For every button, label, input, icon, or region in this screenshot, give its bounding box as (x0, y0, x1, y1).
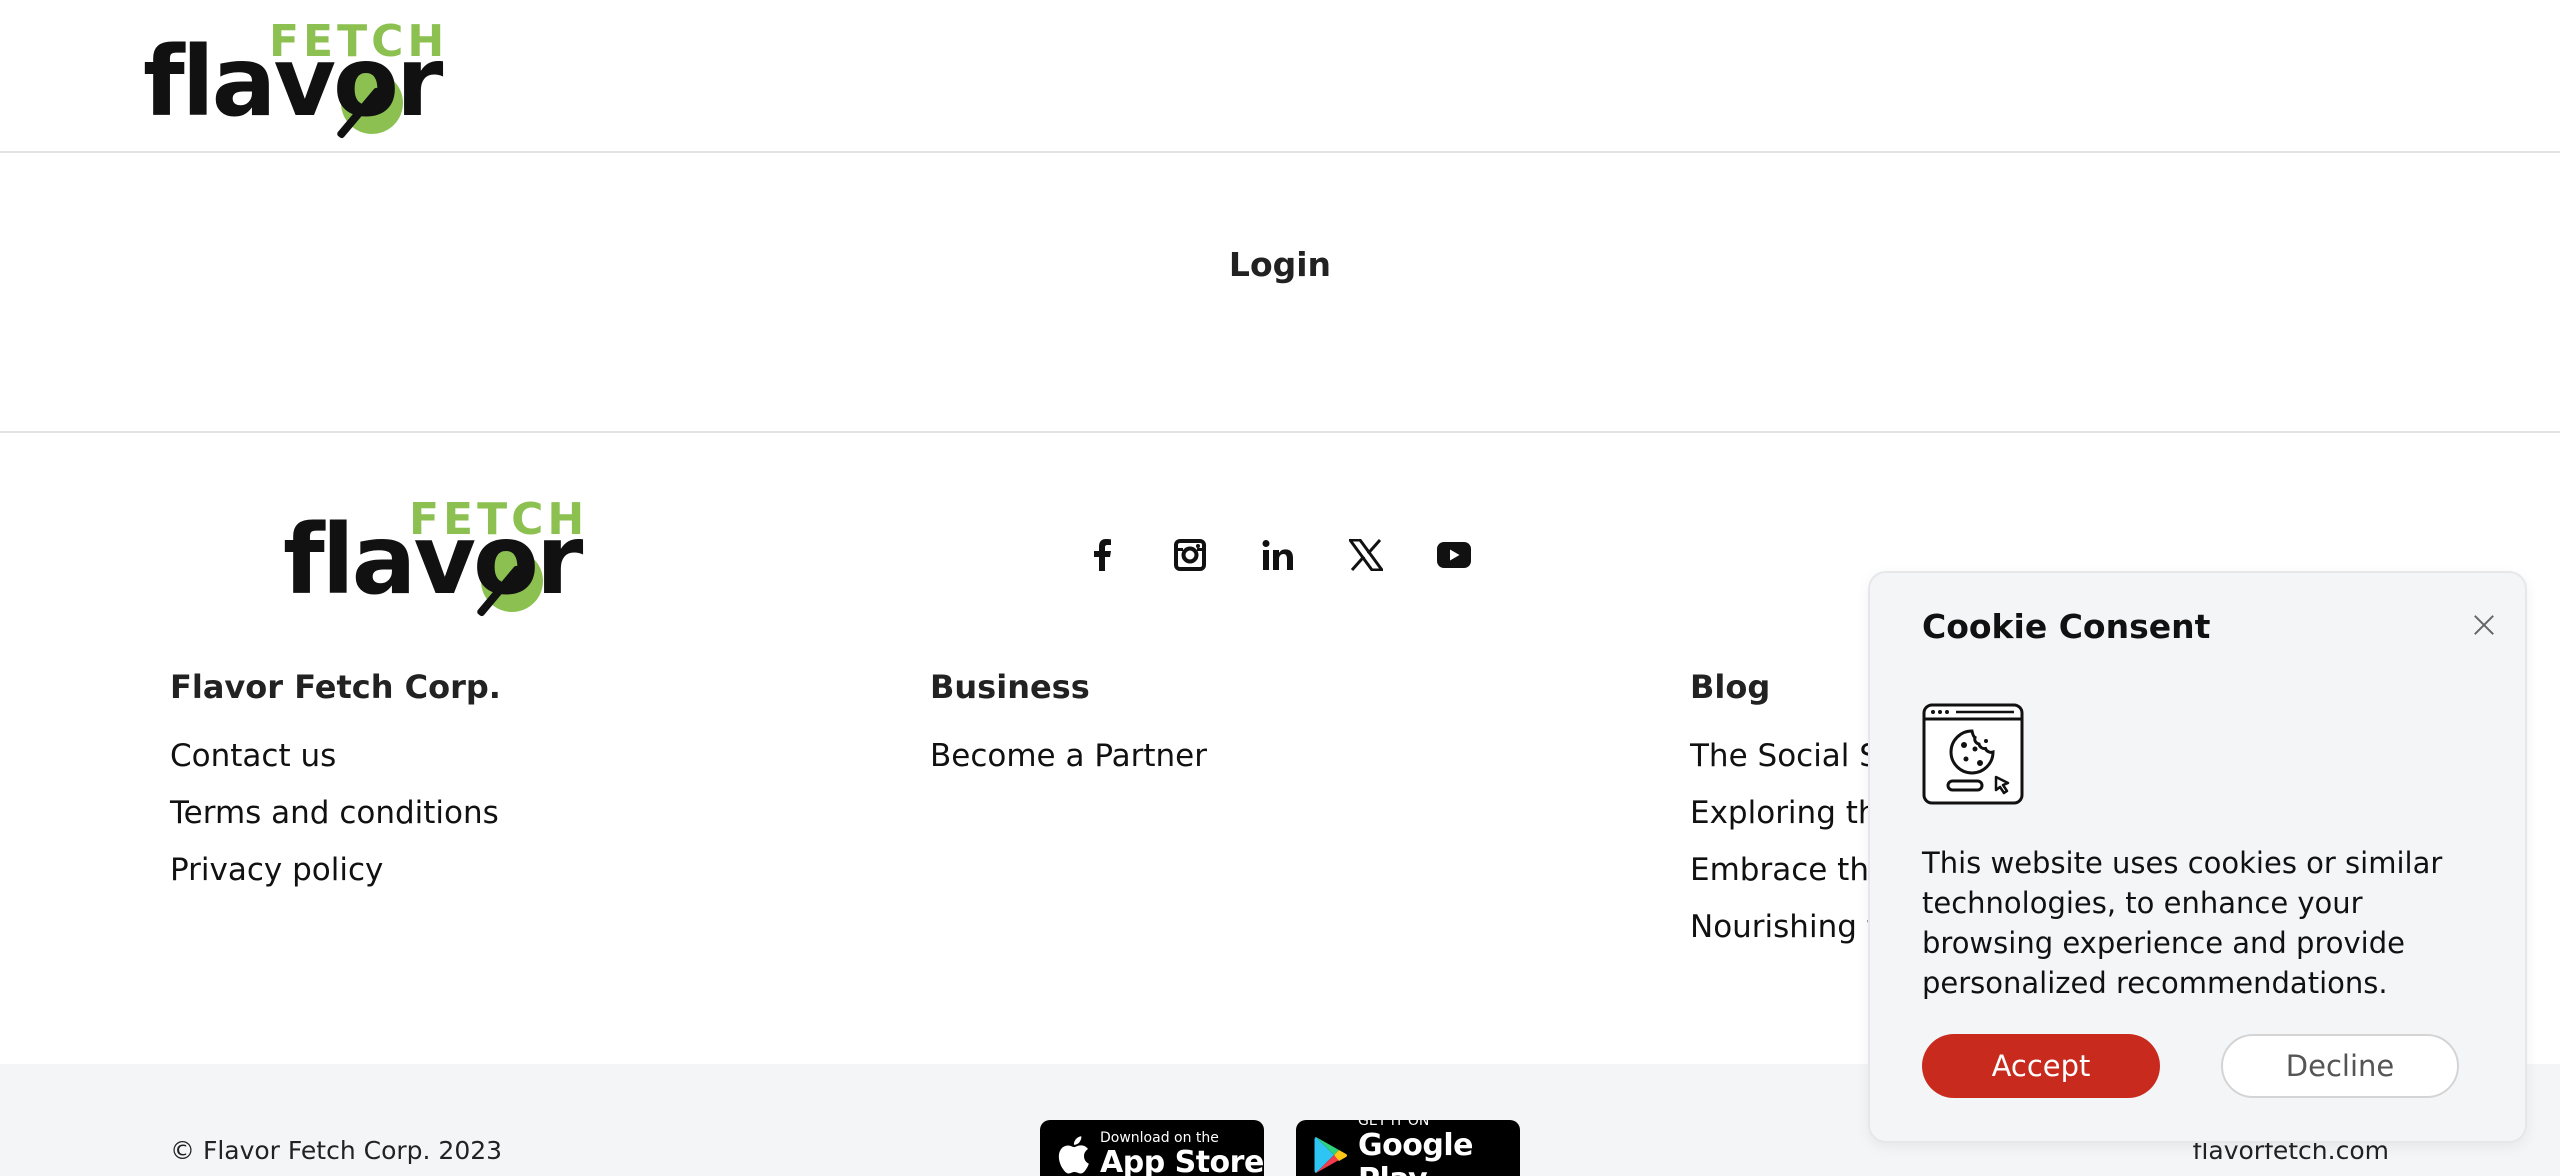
instagram-icon[interactable] (1170, 535, 1210, 575)
apple-icon (1058, 1136, 1089, 1174)
google-play-icon (1314, 1137, 1348, 1173)
app-store-badge[interactable]: Download on the App Store (1040, 1120, 1264, 1176)
site-header: FETCH flavor (0, 0, 2560, 153)
footer-link-privacy[interactable]: Privacy policy (170, 842, 501, 899)
logo-flavor-text: flavor (143, 26, 443, 138)
app-store-small-text: Download on the (1100, 1130, 1219, 1146)
close-icon[interactable] (2468, 609, 2500, 641)
footer-link-contact[interactable]: Contact us (170, 728, 501, 785)
footer-link-partner[interactable]: Become a Partner (930, 728, 1207, 785)
cookie-consent-title: Cookie Consent (1922, 607, 2211, 646)
footer-column-blog: Blog The Social Sic Exploring the Embrac… (1690, 668, 1880, 956)
logo-flavor-text: flavor (283, 504, 583, 616)
youtube-icon[interactable] (1434, 535, 1474, 575)
cookie-consent-dialog: Cookie Consent This website uses cookies… (1868, 571, 2527, 1143)
login-section: Login (0, 153, 2560, 433)
footer-column-heading: Blog (1690, 668, 1771, 706)
facebook-icon[interactable] (1082, 535, 1122, 575)
social-links (1082, 530, 1474, 580)
footer-column-business: Business Become a Partner (930, 668, 1207, 785)
x-twitter-icon[interactable] (1346, 535, 1386, 575)
google-play-badge[interactable]: GET IT ON Google Play (1296, 1120, 1520, 1176)
cookie-consent-text: This website uses cookies or similar tec… (1922, 846, 2443, 1000)
footer-link-blog-post[interactable]: The Social Sic (1690, 728, 1880, 785)
footer-link-blog-post[interactable]: Embrace the (1690, 842, 1880, 899)
footer-column-heading: Business (930, 668, 1090, 706)
footer-link-blog-post[interactable]: Nourishing th (1690, 899, 1880, 956)
accept-button[interactable]: Accept (1922, 1034, 2160, 1098)
cookie-browser-icon (1922, 703, 2024, 805)
copyright-text: © Flavor Fetch Corp. 2023 (170, 1136, 503, 1165)
login-link[interactable]: Login (1200, 245, 1360, 284)
footer-column-company: Flavor Fetch Corp. Contact us Terms and … (170, 668, 501, 899)
footer-logo[interactable]: FETCH flavor (283, 494, 584, 618)
app-store-big-text: App Store (1100, 1145, 1264, 1176)
footer-link-blog-post[interactable]: Exploring the (1690, 785, 1880, 842)
google-play-big-text: Google Play (1358, 1128, 1473, 1176)
decline-button[interactable]: Decline (2221, 1034, 2459, 1098)
header-logo[interactable]: FETCH flavor (143, 16, 444, 140)
linkedin-icon[interactable] (1258, 535, 1298, 575)
footer-link-terms[interactable]: Terms and conditions (170, 785, 501, 842)
footer-column-heading: Flavor Fetch Corp. (170, 668, 501, 706)
